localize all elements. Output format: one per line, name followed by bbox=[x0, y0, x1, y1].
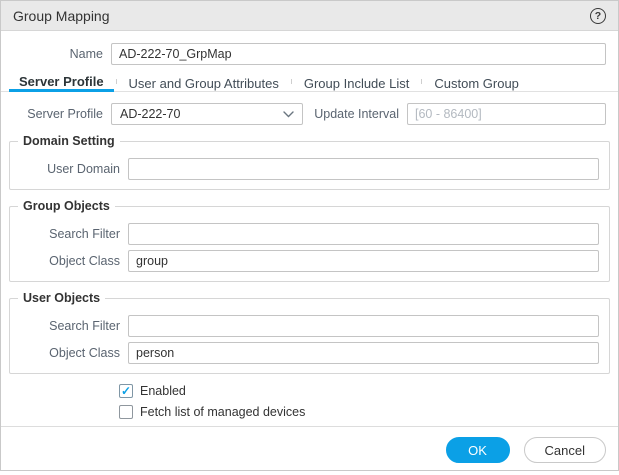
domain-setting-legend: Domain Setting bbox=[18, 134, 120, 148]
enabled-checkbox-label: Enabled bbox=[140, 384, 186, 398]
user-object-class-label: Object Class bbox=[10, 346, 128, 360]
checkbox-section: ✓ Enabled Fetch list of managed devices bbox=[119, 384, 618, 426]
group-mapping-dialog: Group Mapping ? Name Server Profile User… bbox=[0, 0, 619, 471]
fetch-managed-devices-checkbox[interactable] bbox=[119, 405, 133, 419]
domain-setting-group: Domain Setting User Domain bbox=[9, 134, 610, 190]
dialog-footer: OK Cancel bbox=[1, 426, 618, 475]
group-objects-group: Group Objects Search Filter Object Class bbox=[9, 199, 610, 282]
fetch-managed-devices-checkbox-label: Fetch list of managed devices bbox=[140, 405, 305, 419]
tab-bar: Server Profile User and Group Attributes… bbox=[1, 74, 618, 92]
user-objects-group: User Objects Search Filter Object Class bbox=[9, 291, 610, 374]
tab-separator bbox=[291, 79, 292, 84]
group-search-filter-label: Search Filter bbox=[10, 227, 128, 241]
dialog-title: Group Mapping bbox=[13, 8, 110, 24]
tab-group-include-list[interactable]: Group Include List bbox=[294, 74, 420, 92]
tab-separator bbox=[421, 79, 422, 84]
update-interval-label: Update Interval bbox=[303, 107, 407, 121]
tab-user-and-group-attributes[interactable]: User and Group Attributes bbox=[119, 74, 289, 92]
user-search-filter-input[interactable] bbox=[128, 315, 599, 337]
fetch-managed-devices-checkbox-row[interactable]: Fetch list of managed devices bbox=[119, 405, 618, 419]
server-profile-select[interactable]: AD-222-70 bbox=[111, 103, 303, 125]
server-profile-label: Server Profile bbox=[1, 107, 111, 121]
enabled-checkbox[interactable]: ✓ bbox=[119, 384, 133, 398]
tab-separator bbox=[116, 79, 117, 84]
update-interval-input[interactable] bbox=[407, 103, 606, 125]
server-profile-row: Server Profile AD-222-70 Update Interval bbox=[1, 103, 606, 125]
user-domain-input[interactable] bbox=[128, 158, 599, 180]
group-object-class-input[interactable] bbox=[128, 250, 599, 272]
enabled-checkbox-row[interactable]: ✓ Enabled bbox=[119, 384, 618, 398]
user-objects-legend: User Objects bbox=[18, 291, 105, 305]
user-object-class-input[interactable] bbox=[128, 342, 599, 364]
group-object-class-label: Object Class bbox=[10, 254, 128, 268]
cancel-button[interactable]: Cancel bbox=[524, 437, 606, 463]
dialog-header: Group Mapping ? bbox=[1, 1, 618, 31]
name-label: Name bbox=[1, 47, 111, 61]
name-row: Name bbox=[1, 43, 606, 65]
help-icon[interactable]: ? bbox=[590, 8, 606, 24]
user-search-filter-label: Search Filter bbox=[10, 319, 128, 333]
tab-custom-group[interactable]: Custom Group bbox=[424, 74, 529, 92]
tab-server-profile[interactable]: Server Profile bbox=[9, 74, 114, 92]
user-domain-label: User Domain bbox=[10, 162, 128, 176]
name-input[interactable] bbox=[111, 43, 606, 65]
group-objects-legend: Group Objects bbox=[18, 199, 115, 213]
ok-button[interactable]: OK bbox=[446, 437, 510, 463]
chevron-down-icon bbox=[283, 111, 294, 118]
group-search-filter-input[interactable] bbox=[128, 223, 599, 245]
server-profile-selected-value: AD-222-70 bbox=[120, 107, 180, 121]
